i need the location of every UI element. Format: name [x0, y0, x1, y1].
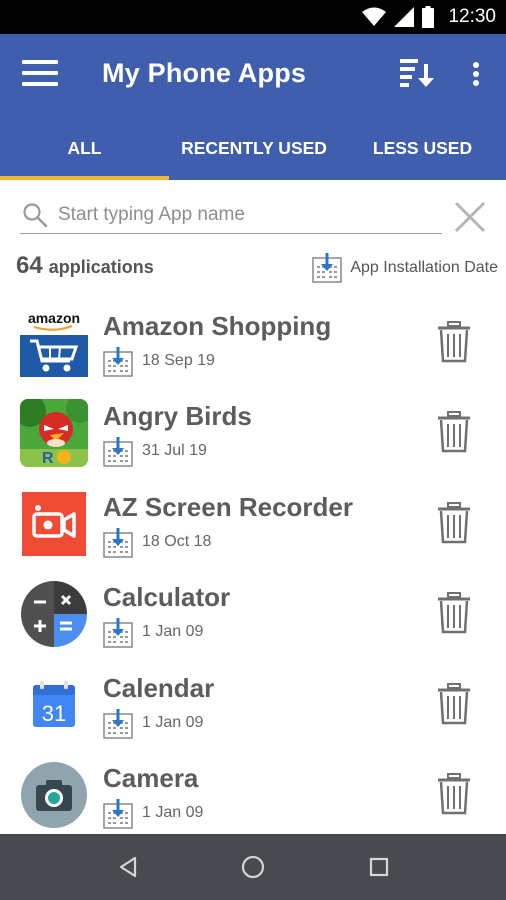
wifi-icon: [362, 7, 387, 26]
install-date: 1 Jan 09: [142, 623, 204, 640]
list-item[interactable]: amazon Amazon Shopping 18 Sep 19: [0, 297, 506, 387]
menu-button[interactable]: [22, 60, 58, 88]
app-name: Angry Birds: [103, 401, 252, 431]
menu-icon-line-3: [22, 82, 58, 86]
app-name: Amazon Shopping: [103, 311, 332, 341]
install-date: 1 Jan 09: [142, 804, 204, 821]
install-date-icon: [103, 528, 133, 558]
selected-tab-indicator: [0, 176, 169, 180]
install-date-icon: [312, 253, 343, 283]
home-icon: [241, 855, 265, 879]
tab-all[interactable]: ALL: [0, 126, 169, 180]
app-name: AZ Screen Recorder: [103, 492, 353, 522]
trash-icon: [438, 411, 470, 453]
search-input[interactable]: [58, 200, 438, 230]
install-date: 18 Oct 18: [142, 533, 212, 550]
trash-icon: [438, 773, 470, 815]
install-date-icon: [103, 347, 133, 377]
list-item[interactable]: 31 Calendar 1 Jan 09: [0, 659, 506, 749]
sort-button[interactable]: [398, 56, 438, 92]
tab-bar: ALL RECENTLY USED LESS USED: [0, 126, 506, 180]
overflow-menu-button[interactable]: [466, 60, 486, 90]
install-date-icon: [103, 799, 133, 829]
svg-text:R: R: [42, 450, 54, 467]
tab-label: LESS USED: [372, 138, 473, 158]
sort-icon: [400, 59, 434, 87]
list-item[interactable]: Camera 1 Jan 09: [0, 749, 506, 839]
uninstall-button[interactable]: [436, 592, 472, 634]
calculator-icon: [21, 581, 87, 647]
install-date: 1 Jan 09: [142, 714, 204, 731]
more-vert-icon: [473, 62, 479, 86]
recents-button[interactable]: [364, 852, 394, 882]
install-date-icon: [103, 618, 133, 648]
app-name: Calendar: [103, 673, 215, 703]
uninstall-button[interactable]: [436, 773, 472, 815]
install-date: 18 Sep 19: [142, 352, 215, 369]
back-button[interactable]: [113, 852, 143, 882]
clear-search-button[interactable]: [452, 199, 488, 235]
calendar-icon: 31: [33, 681, 75, 727]
app-count-label: applications: [48, 257, 154, 277]
app-count-number: 64: [16, 252, 43, 279]
tab-recently-used[interactable]: RECENTLY USED: [169, 126, 339, 180]
install-date-icon: [103, 437, 133, 467]
list-item[interactable]: Calculator 1 Jan 09: [0, 568, 506, 658]
home-button[interactable]: [238, 852, 268, 882]
uninstall-button[interactable]: [436, 502, 472, 544]
uninstall-button[interactable]: [436, 683, 472, 725]
trash-icon: [438, 321, 470, 363]
menu-icon-line-2: [22, 71, 58, 75]
az-screen-recorder-icon: [22, 492, 86, 556]
angry-birds-icon: R: [20, 399, 88, 467]
system-navigation-bar: [0, 834, 506, 900]
list-item[interactable]: AZ Screen Recorder 18 Oct 18: [0, 478, 506, 568]
app-title: My Phone Apps: [102, 58, 307, 88]
search-bar: [20, 198, 442, 234]
app-count: 64 applications: [16, 252, 154, 282]
battery-icon: [422, 6, 435, 28]
status-bar: 12:30: [0, 0, 506, 34]
app-name: Camera: [103, 763, 199, 793]
search-icon: [23, 203, 48, 228]
install-date-icon: [103, 709, 133, 739]
trash-icon: [438, 592, 470, 634]
amazon-shopping-icon: amazon: [20, 309, 88, 377]
close-icon: [454, 201, 486, 233]
install-date: 31 Jul 19: [142, 442, 207, 459]
trash-icon: [438, 502, 470, 544]
app-bar: My Phone Apps ALL RECENTLY USED LESS USE…: [0, 34, 506, 180]
back-icon: [119, 856, 137, 878]
sort-label: App Installation Date: [350, 259, 498, 276]
tab-label: RECENTLY USED: [181, 138, 327, 158]
tab-less-used[interactable]: LESS USED: [339, 126, 506, 180]
uninstall-button[interactable]: [436, 321, 472, 363]
tab-label: ALL: [67, 138, 102, 158]
signal-icon: [394, 7, 415, 27]
list-item[interactable]: R Angry Birds 31 Jul 19: [0, 387, 506, 477]
trash-icon: [438, 683, 470, 725]
sort-by-selector[interactable]: App Installation Date: [312, 252, 498, 284]
menu-icon-line-1: [22, 60, 58, 64]
uninstall-button[interactable]: [436, 411, 472, 453]
status-icons: 12:30: [362, 6, 496, 28]
recents-icon: [369, 857, 389, 877]
camera-icon: [21, 762, 87, 828]
amazon-logo-text: amazon: [28, 310, 80, 326]
clock-time: 12:30: [448, 6, 496, 27]
app-name: Calculator: [103, 582, 231, 612]
calendar-icon-day: 31: [42, 701, 66, 726]
